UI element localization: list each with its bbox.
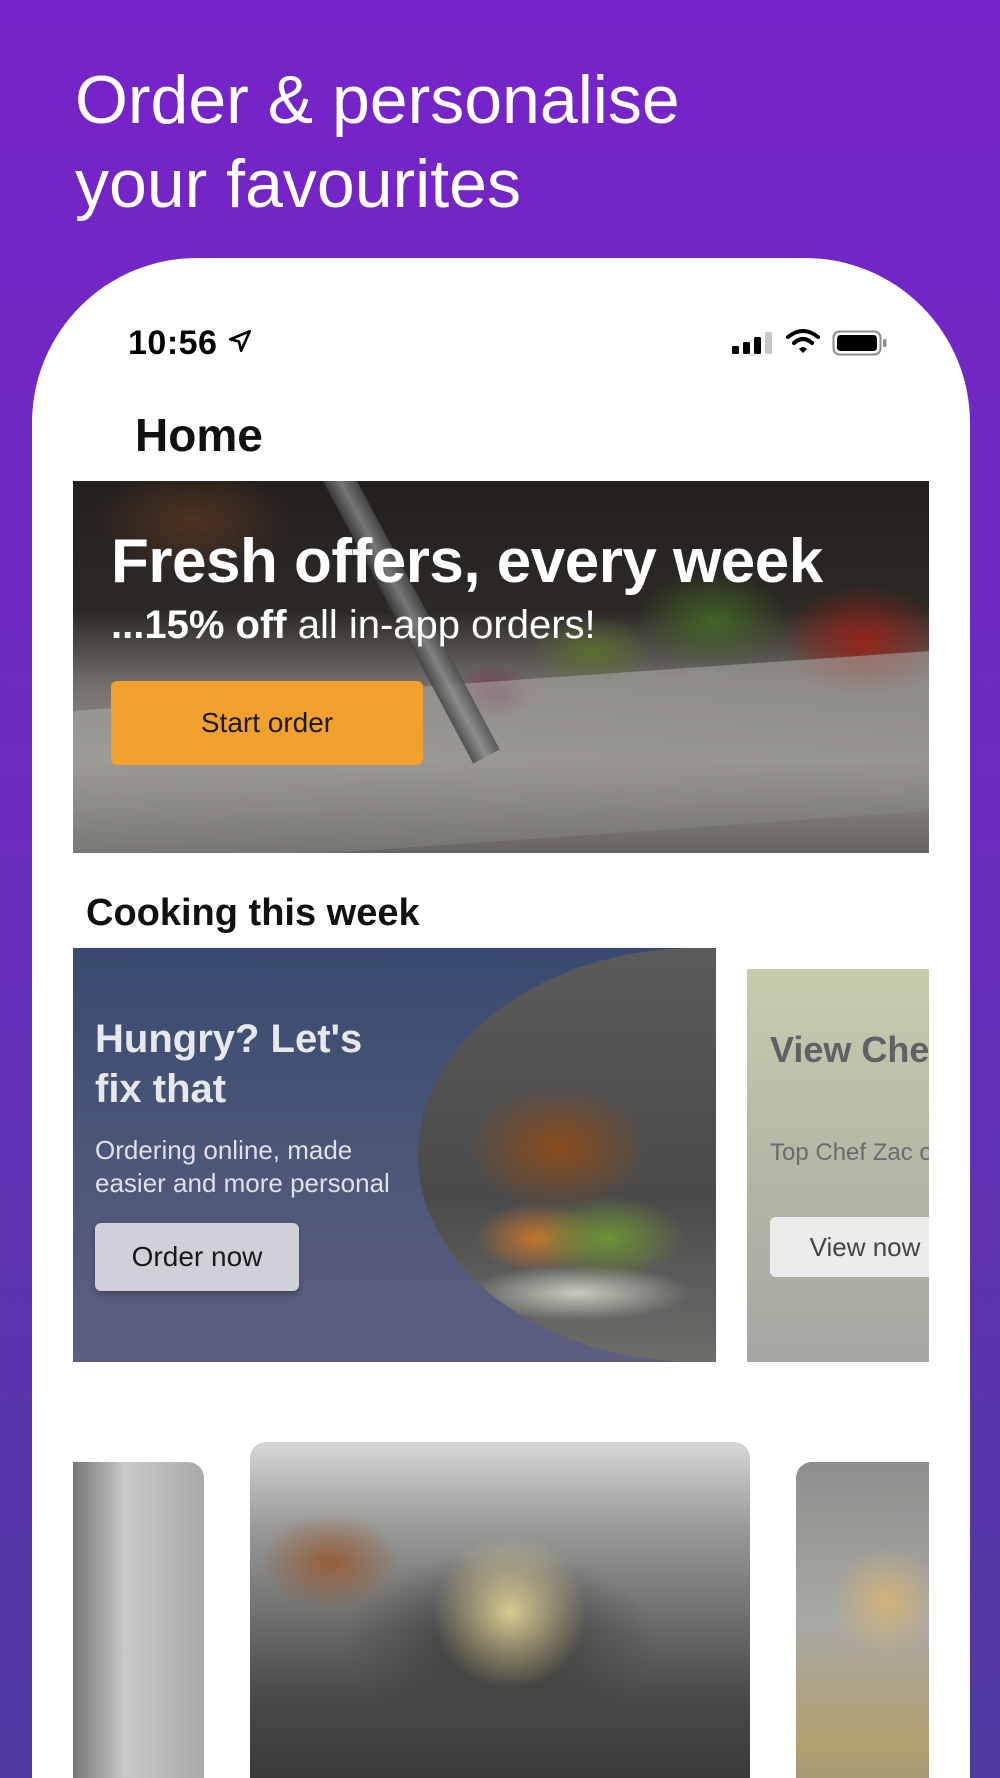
promo-card-body: Ordering online, made easier and more pe… (95, 1135, 390, 1198)
hero-title: Fresh offers, every week (111, 527, 823, 596)
start-order-button[interactable]: Start order (111, 681, 423, 765)
location-arrow-icon (228, 329, 252, 353)
page-title: Home (135, 409, 263, 461)
promo-card-title: Hungry? Let's fix that (95, 1017, 363, 1111)
headline-line-2: your favourites (75, 146, 521, 222)
marketing-headline: Order & personalise your favourites (75, 58, 875, 226)
phone-screen: 10:56 Home Fresh offers, every week ...1… (32, 258, 970, 1778)
carousel-image-next[interactable] (796, 1462, 929, 1778)
hero-subtitle-discount: ...15% off (111, 603, 287, 647)
wifi-icon (786, 329, 820, 353)
hero-subtitle-rest: all in-app orders! (286, 603, 596, 647)
carousel-image-previous[interactable] (73, 1462, 204, 1778)
view-now-button[interactable]: View now (770, 1217, 929, 1277)
promo-card-hungry[interactable]: Hungry? Let's fix that Ordering online, … (73, 948, 716, 1362)
status-time: 10:56 (128, 324, 218, 362)
promo-card-body: Top Chef Zac o range of favour (770, 1139, 929, 1166)
promo-card-chef-specials[interactable]: View Chef Specials Top Chef Zac o range … (747, 969, 929, 1362)
order-now-button[interactable]: Order now (95, 1223, 299, 1291)
promo-card-title: View Chef Specials (770, 1029, 929, 1070)
cellular-signal-icon (732, 332, 772, 354)
hero-banner[interactable]: Fresh offers, every week ...15% off all … (73, 481, 929, 853)
section-title-cooking: Cooking this week (86, 892, 420, 934)
hero-subtitle: ...15% off all in-app orders! (111, 603, 596, 648)
battery-icon (832, 330, 887, 356)
carousel-image-current[interactable] (250, 1442, 750, 1778)
promo-card-food-photo (418, 948, 716, 1362)
status-bar: 10:56 (32, 258, 970, 362)
headline-line-1: Order & personalise (75, 62, 680, 138)
